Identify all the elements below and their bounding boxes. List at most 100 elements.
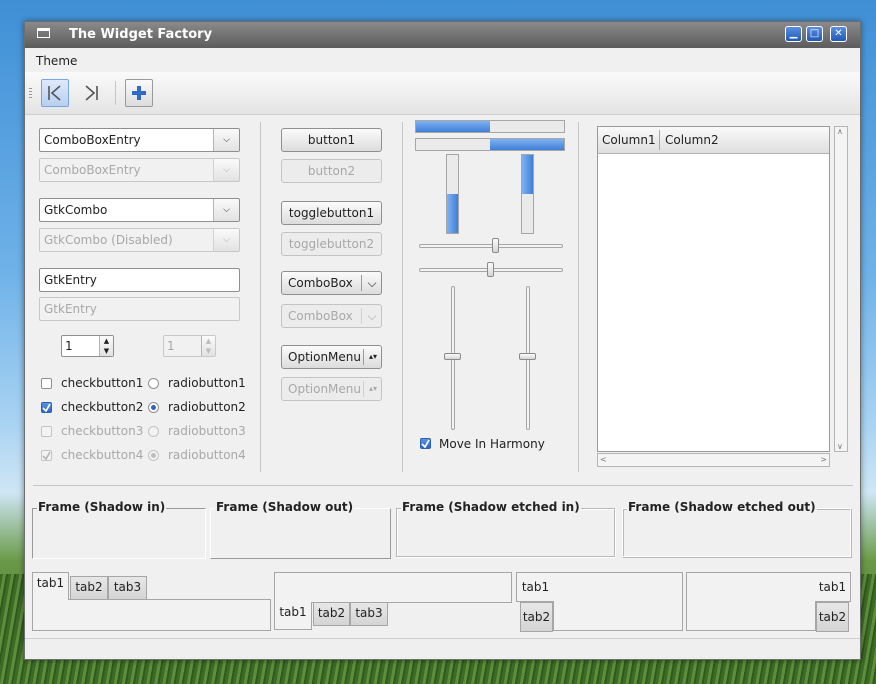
combobox-label: ComboBox [288, 276, 353, 290]
frame-shadow-etched-in: Frame (Shadow etched in) [396, 500, 615, 557]
toolbar-grip-icon[interactable] [29, 88, 32, 98]
radiobutton2-label[interactable]: radiobutton2 [168, 400, 246, 414]
checkbutton4-box [41, 450, 52, 461]
togglebutton1[interactable]: togglebutton1 [281, 201, 382, 225]
checkbutton3-label: checkbutton3 [61, 424, 144, 438]
close-button[interactable]: ✕ [830, 26, 847, 42]
optionmenu-disabled-label: OptionMenu [288, 382, 361, 396]
minimize-button[interactable]: ▁ [785, 26, 802, 42]
checkmark-icon [421, 439, 430, 448]
statusbar [25, 638, 860, 659]
scroll-left-icon[interactable]: < [600, 455, 607, 464]
combobox[interactable]: ComboBox ⌵ [281, 271, 382, 295]
optionmenu-disabled: OptionMenu ▴▾ [281, 377, 382, 401]
add-button[interactable] [125, 79, 153, 107]
vscale1-slider[interactable] [444, 353, 461, 360]
spinbutton-arrows[interactable]: ▲ ▼ [99, 336, 113, 356]
maximize-icon: □ [809, 28, 820, 39]
frame-shadow-etched-in-label: Frame (Shadow etched in) [401, 500, 581, 514]
gtkcombo-dropdown[interactable]: ⌵ [213, 199, 239, 221]
gtkcombo-disabled: GtkCombo (Disabled) ⌵ [39, 228, 240, 252]
comboboxentry-disabled-text: ComboBoxEntry [44, 163, 141, 177]
progressbar-h2-fill [490, 139, 564, 150]
column1-header[interactable]: Column1 [602, 133, 656, 147]
notebook-right-tab2[interactable]: tab2 [816, 602, 849, 632]
checkbutton4-label: checkbutton4 [61, 448, 144, 462]
notebook-bottom-tab1[interactable]: tab1 [274, 602, 312, 630]
updown-icon: ▴▾ [368, 384, 378, 393]
spinbutton[interactable]: 1 ▲ ▼ [61, 335, 114, 357]
comboboxentry-dropdown[interactable]: ⌵ [213, 129, 239, 151]
gtkentry-disabled-text: GtkEntry [44, 302, 97, 316]
goto-last-button[interactable] [77, 79, 105, 107]
scroll-up-icon[interactable]: ∧ [837, 127, 843, 136]
maximize-button[interactable]: □ [806, 26, 823, 42]
radiobutton2-circle[interactable] [148, 402, 159, 413]
window-title: The Widget Factory [69, 27, 213, 42]
goto-first-button[interactable] [41, 79, 69, 107]
combobox-disabled-label: ComboBox [288, 309, 353, 323]
optionmenu[interactable]: OptionMenu ▴▾ [281, 345, 382, 369]
notebook-top-tab1[interactable]: tab1 [32, 572, 69, 600]
progressbar-v2-fill [522, 155, 533, 194]
hscale1-trough[interactable] [419, 244, 563, 248]
vscale2-slider[interactable] [519, 353, 536, 360]
window-menu-icon[interactable] [37, 28, 50, 38]
close-icon: ✕ [834, 28, 843, 39]
notebook-left-tab2[interactable]: tab2 [520, 602, 553, 632]
checkbutton1-box[interactable] [41, 378, 52, 389]
gtkcombo-disabled-dropdown: ⌵ [213, 229, 239, 251]
togglebutton2: togglebutton2 [281, 232, 382, 256]
updown-icon: ▴▾ [368, 352, 378, 361]
scroll-down-icon[interactable]: ∨ [837, 442, 843, 451]
notebook-bottom-tab2[interactable]: tab2 [313, 602, 350, 626]
progressbar-v1-fill [447, 194, 458, 233]
comboboxentry[interactable]: ComboBoxEntry ⌵ [39, 128, 240, 152]
checkbutton1-label[interactable]: checkbutton1 [61, 376, 143, 390]
radiobutton1-circle[interactable] [148, 378, 159, 389]
spinbutton-disabled-arrows: ▲ ▼ [201, 336, 215, 356]
chevron-down-icon: ⌵ [223, 205, 230, 215]
gtkentry[interactable]: GtkEntry [39, 268, 240, 292]
gtkcombo-disabled-text: GtkCombo (Disabled) [44, 233, 173, 247]
gtkentry-text: GtkEntry [44, 273, 97, 287]
notebook-right-panel [686, 572, 816, 631]
chevron-down-icon: ⌵ [223, 165, 230, 175]
tree-hscrollbar[interactable]: < > [597, 453, 830, 467]
scroll-right-icon[interactable]: > [820, 455, 827, 464]
notebook-bottom-tab3[interactable]: tab3 [350, 602, 388, 626]
menubar: Theme [25, 48, 860, 72]
frame-shadow-in: Frame (Shadow in) [32, 500, 206, 559]
checkbutton2-box[interactable] [41, 402, 52, 413]
hscale2-slider[interactable] [487, 262, 494, 277]
frame-shadow-out: Frame (Shadow out) [210, 500, 391, 559]
move-in-harmony-label[interactable]: Move In Harmony [439, 437, 545, 451]
radiobutton1-label[interactable]: radiobutton1 [168, 376, 246, 390]
gtkentry-disabled: GtkEntry [39, 297, 240, 321]
tree-vscrollbar[interactable]: ∧ ∨ [834, 126, 848, 452]
notebook-top-tab2[interactable]: tab2 [70, 576, 108, 600]
gtkcombo[interactable]: GtkCombo ⌵ [39, 198, 240, 222]
treeview-header: Column1 Column2 [598, 127, 829, 154]
notebook-top-tab3[interactable]: tab3 [108, 576, 147, 600]
combobox-disabled: ComboBox ⌵ [281, 304, 382, 328]
progressbar-h1-fill [416, 121, 490, 132]
notebook-bottom-panel [274, 572, 512, 603]
checkmark-icon [42, 451, 51, 460]
menu-theme[interactable]: Theme [36, 54, 77, 68]
checkbutton2-label[interactable]: checkbutton2 [61, 400, 143, 414]
notebook-right-tab1[interactable]: tab1 [815, 572, 851, 602]
chevron-down-icon: ⌵ [367, 309, 377, 323]
move-in-harmony-box[interactable] [420, 438, 431, 449]
button1[interactable]: button1 [281, 128, 382, 152]
titlebar[interactable]: The Widget Factory ▁ □ ✕ [25, 22, 860, 48]
notebook-left-panel [553, 572, 683, 631]
spinbutton-disabled-value: 1 [167, 339, 175, 353]
column2-header[interactable]: Column2 [665, 133, 719, 147]
comboboxentry-text: ComboBoxEntry [44, 133, 141, 147]
notebook-left-tab1[interactable]: tab1 [516, 572, 554, 602]
spinbutton-disabled: 1 ▲ ▼ [163, 335, 216, 357]
gtkcombo-text: GtkCombo [44, 203, 108, 217]
treeview[interactable]: Column1 Column2 [597, 126, 830, 452]
hscale1-slider[interactable] [492, 238, 499, 253]
